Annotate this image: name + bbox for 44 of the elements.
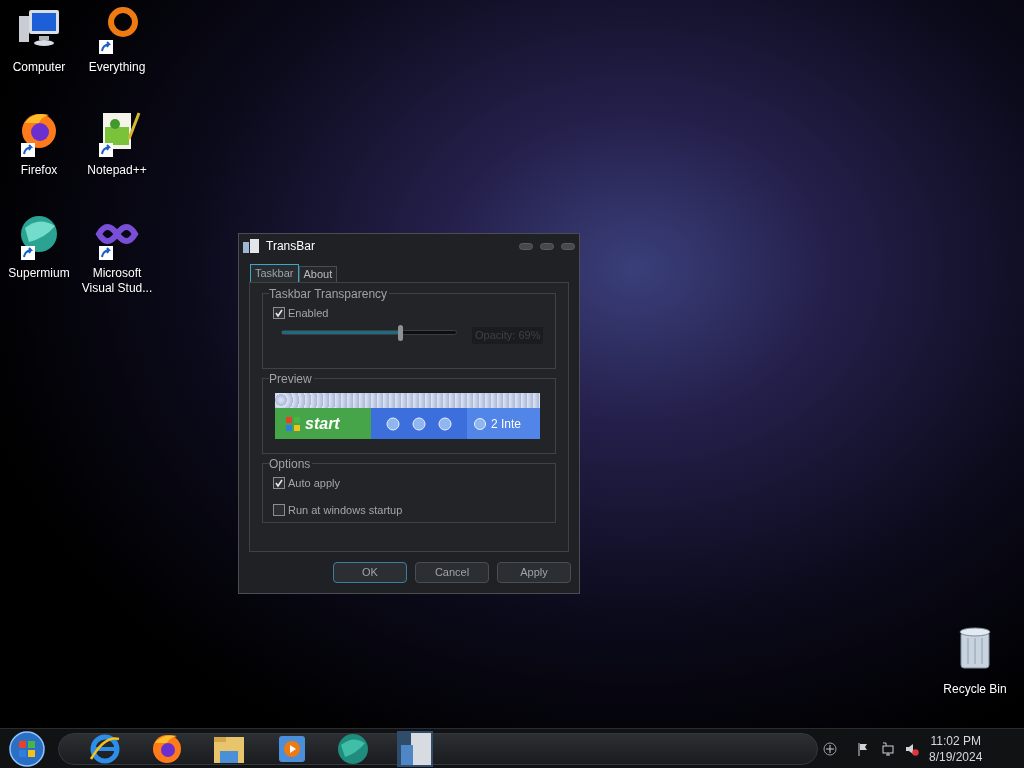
dialog-button[interactable]: Cancel — [415, 562, 489, 583]
slider[interactable] — [281, 325, 457, 341]
checkbox[interactable] — [273, 503, 285, 516]
icon-label: Recycle Bin — [943, 681, 1007, 698]
maximize-button[interactable] — [540, 242, 554, 250]
network-icon[interactable] — [881, 741, 895, 756]
checkmark-icon — [274, 478, 284, 489]
shortcut-arrow-icon — [99, 143, 113, 157]
app-window-icon[interactable] — [397, 730, 433, 767]
icon-label: Supermium — [8, 266, 70, 281]
tab[interactable]: Taskbar — [250, 264, 299, 282]
group-title: Options — [269, 457, 313, 471]
slider-thumb[interactable] — [398, 325, 404, 341]
app-icon — [242, 238, 260, 254]
group-title: Taskbar Transparency — [269, 287, 390, 301]
checkbox-label: Auto apply — [288, 476, 340, 491]
icon-label: Notepad++ — [87, 163, 147, 178]
icon-label: Microsoft Visual Stud... — [80, 266, 154, 296]
group-title: Preview — [269, 372, 314, 386]
shortcut-arrow-icon — [99, 40, 113, 54]
start-button[interactable]: start — [275, 408, 371, 439]
start-orb-icon[interactable] — [7, 729, 47, 768]
windows-flag-icon — [285, 415, 301, 432]
checkbox[interactable] — [273, 307, 285, 320]
dialog-button[interactable]: OK — [333, 562, 407, 583]
clock[interactable]: 11:02 PM 8/19/2024 — [929, 732, 983, 765]
shortcut-arrow-icon — [99, 246, 113, 260]
close-button[interactable] — [561, 242, 575, 250]
icon-label: Computer — [12, 60, 66, 75]
shortcut-arrow-icon — [21, 143, 35, 157]
window-title: TransBar — [266, 238, 316, 255]
icon-label: Firefox — [20, 163, 58, 178]
checkmark-icon — [274, 308, 284, 319]
dialog-button[interactable]: Apply — [497, 562, 571, 583]
taskbar-task[interactable]: 2 Inte — [467, 408, 540, 439]
checkbox[interactable] — [273, 477, 285, 490]
icon-label: Everything — [88, 60, 146, 75]
shortcut-arrow-icon — [21, 246, 35, 260]
tab[interactable]: About — [298, 266, 338, 282]
checkbox-label: Enabled — [288, 306, 329, 321]
muted-speaker-icon[interactable] — [905, 741, 919, 756]
minimize-button[interactable] — [519, 242, 533, 250]
plus-icon[interactable] — [823, 741, 837, 756]
checkbox-label: Run at windows startup — [288, 502, 403, 518]
